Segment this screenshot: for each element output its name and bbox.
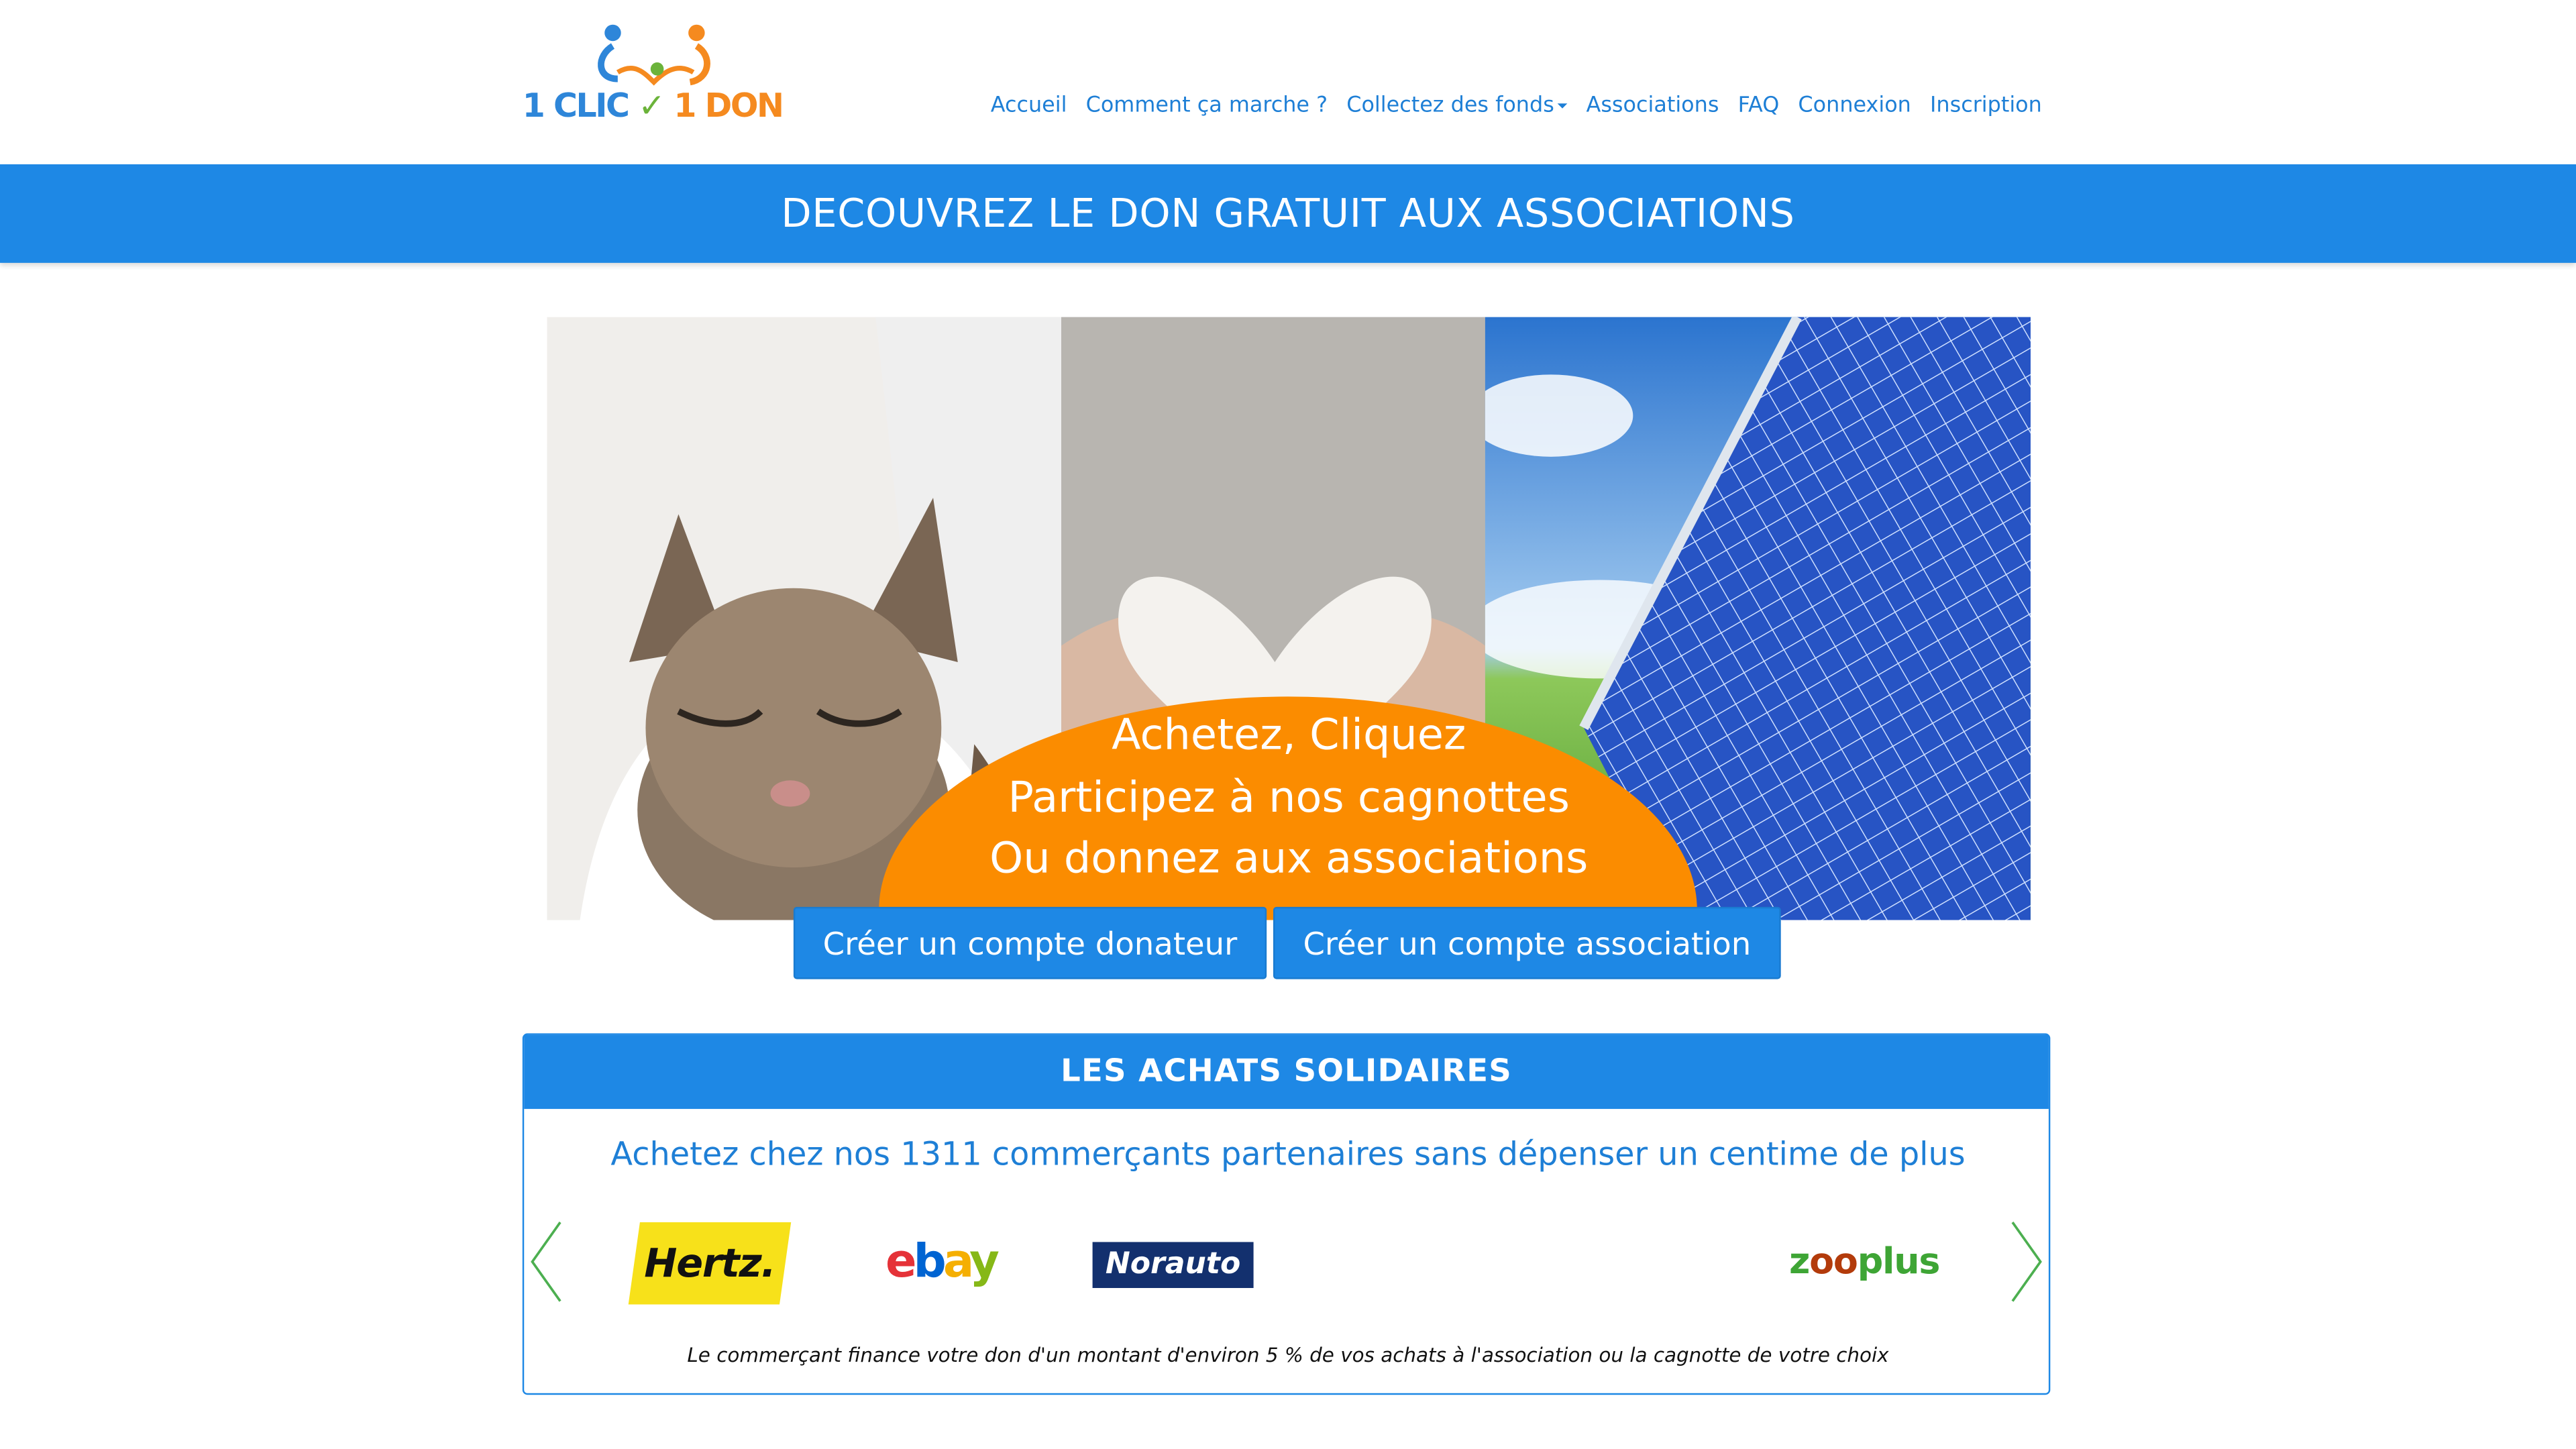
site-logo[interactable]: 1 CLIC ✓ 1 DON <box>523 23 794 128</box>
ebay-letter-y: y <box>969 1234 1000 1289</box>
carousel-next-button[interactable] <box>2009 1219 2045 1304</box>
logo-check-icon: ✓ <box>638 85 665 125</box>
main-nav: Accueil Comment ça marche ? Collectez de… <box>991 94 2061 119</box>
nav-accueil[interactable]: Accueil <box>991 94 1067 119</box>
merchant-logo-ebay[interactable]: ebay <box>885 1232 1000 1291</box>
norauto-wordmark: Norauto <box>1105 1246 1241 1282</box>
zooplus-part-plus: plus <box>1857 1242 1941 1283</box>
merchant-logo-norauto[interactable]: Norauto <box>1092 1242 1254 1289</box>
nav-collectez-label: Collectez des fonds <box>1346 93 1554 119</box>
panel-title: LES ACHATS SOLIDAIRES <box>524 1034 2049 1110</box>
nav-faq[interactable]: FAQ <box>1738 94 1780 119</box>
hero-tagline: Achetez, Cliquez Participez à nos cagnot… <box>547 706 2031 892</box>
zooplus-part-oo: oo <box>1809 1242 1858 1283</box>
nav-comment-ca-marche[interactable]: Comment ça marche ? <box>1086 94 1328 119</box>
merchant-logo-hertz[interactable]: Hertz. <box>628 1222 792 1305</box>
logo-text-clic: 1 CLIC <box>522 85 630 125</box>
hero-line-2: Participez à nos cagnottes <box>1008 773 1570 822</box>
nav-connexion[interactable]: Connexion <box>1798 94 1911 119</box>
logo-heart-icon <box>598 24 710 86</box>
logo-wordmark: 1 CLIC ✓ 1 DON <box>522 85 784 125</box>
ebay-letter-e: e <box>885 1234 917 1289</box>
zooplus-part-z: z <box>1788 1242 1810 1283</box>
site-header: 1 CLIC ✓ 1 DON Accueil Comment ça marche… <box>0 0 2576 164</box>
chevron-right-icon <box>2011 1221 2042 1302</box>
panel-subtitle: Achetez chez nos 1311 commerçants parten… <box>610 1135 1966 1173</box>
create-donor-account-button[interactable]: Créer un compte donateur <box>793 906 1267 979</box>
ebay-letter-a: a <box>943 1234 973 1289</box>
solidarity-shopping-panel: LES ACHATS SOLIDAIRES Achetez chez nos 1… <box>522 1033 2051 1395</box>
nav-collectez-des-fonds[interactable]: Collectez des fonds <box>1346 93 1568 119</box>
logo-text-don: 1 DON <box>674 85 784 125</box>
hero-line-3: Ou donnez aux associations <box>989 835 1589 884</box>
ebay-letter-b: b <box>913 1234 947 1289</box>
hertz-wordmark: Hertz. <box>644 1240 775 1287</box>
merchant-logo-zooplus[interactable]: zooplus <box>1789 1239 1950 1288</box>
hero-banner: DECOUVREZ LE DON GRATUIT AUX ASSOCIATION… <box>0 164 2576 263</box>
chevron-down-icon <box>1557 103 1568 109</box>
carousel-prev-button[interactable] <box>527 1219 564 1304</box>
nav-inscription[interactable]: Inscription <box>1930 94 2042 119</box>
panel-footnote: Le commerçant finance votre don d'un mon… <box>687 1344 1889 1367</box>
nav-associations[interactable]: Associations <box>1587 94 1719 119</box>
create-association-account-button[interactable]: Créer un compte association <box>1273 906 1781 979</box>
chevron-left-icon <box>531 1221 561 1302</box>
hero-line-1: Achetez, Cliquez <box>1112 711 1466 761</box>
